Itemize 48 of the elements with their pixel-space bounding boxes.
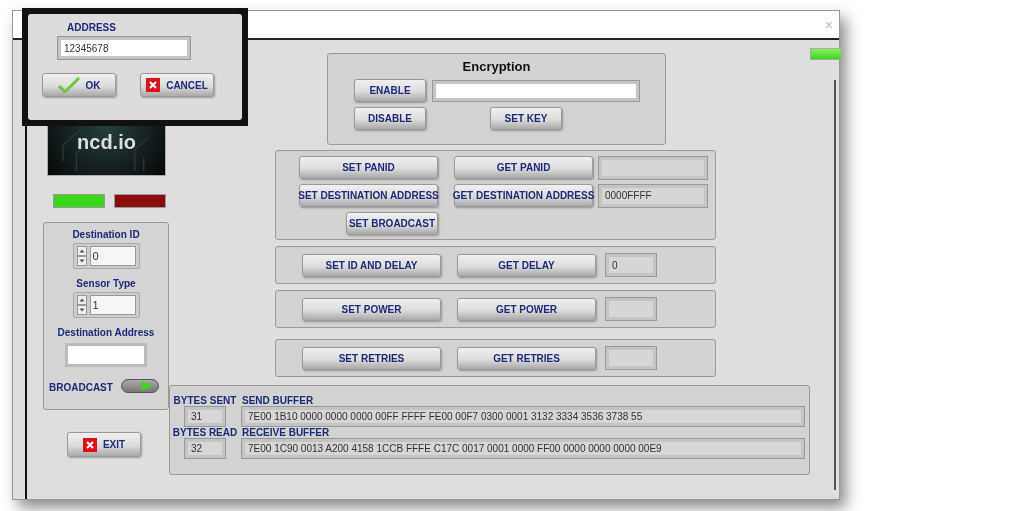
logo-text: ncd.io: [77, 131, 136, 154]
close-icon: [146, 78, 161, 92]
buffer-field: 7E00 1C90 0013 A200 4158 1CCB FFFE C17C 0017 0001 0000 FF00 0000 0000 0000 00E9: [242, 439, 804, 458]
get-panid-button[interactable]: GET PANID: [454, 156, 593, 179]
set-button[interactable]: SET RETRIES: [302, 346, 441, 370]
value-field: [606, 298, 656, 320]
exit-button[interactable]: EXIT: [67, 432, 141, 457]
set-panid-button[interactable]: SET PANID: [299, 156, 438, 179]
address-label: ADDRESS: [67, 22, 117, 33]
field-label: Sensor Type: [76, 278, 136, 289]
count-field: 32: [185, 439, 225, 458]
cancel-button[interactable]: CANCEL: [140, 73, 214, 97]
set-button[interactable]: SET POWER: [302, 297, 441, 321]
count-label: BYTES READ: [172, 427, 238, 438]
spinner-icon[interactable]: [76, 246, 87, 266]
get-button[interactable]: GET RETRIES: [457, 346, 596, 370]
set-broadcast-button[interactable]: SET BROADCAST: [346, 212, 438, 235]
count-field: 31: [185, 407, 225, 426]
address-field[interactable]: [65, 343, 147, 367]
get-destination-button[interactable]: GET DESTINATION ADDRESS: [454, 184, 593, 207]
numeric-field[interactable]: 0: [72, 243, 140, 269]
arrow-icon: [141, 381, 152, 391]
set-key-button[interactable]: SET KEY: [490, 107, 562, 130]
address-input[interactable]: 12345678: [58, 37, 190, 59]
ok-button[interactable]: OK: [42, 73, 116, 97]
checkmark-icon: [57, 77, 80, 93]
get-button[interactable]: GET POWER: [457, 297, 596, 321]
buffer-label: SEND BUFFER: [242, 395, 315, 406]
set-destination-button[interactable]: SET DESTINATION ADDRESS: [299, 184, 438, 207]
broadcast-label: BROADCAST: [49, 381, 113, 393]
spinner-icon[interactable]: [76, 295, 87, 315]
disable-button[interactable]: DISABLE: [354, 107, 426, 130]
buffer-field: 7E00 1B10 0000 0000 0000 00FF FFFF FE00 00F7 0300 0001 3132 3334 3536 3738 55: [242, 407, 804, 426]
field-label: Destination ID: [72, 229, 140, 240]
count-label: BYTES SENT: [173, 395, 237, 406]
destination-field: 0000FFFF: [599, 184, 707, 207]
panel-title: Encryption: [462, 59, 531, 74]
broadcast-toggle[interactable]: [120, 379, 159, 393]
numeric-field[interactable]: 1: [72, 292, 140, 318]
buffer-label: RECEIVE BUFFER: [242, 427, 331, 438]
field-label: Destination Address: [57, 327, 155, 338]
close-icon: [82, 437, 97, 452]
key-field[interactable]: [433, 80, 639, 101]
get-button[interactable]: GET DELAY: [457, 253, 596, 277]
enable-button[interactable]: ENABLE: [354, 79, 426, 102]
value-field: 0: [606, 254, 656, 276]
value-field: [606, 347, 656, 369]
set-button[interactable]: SET ID AND DELAY: [302, 253, 441, 277]
